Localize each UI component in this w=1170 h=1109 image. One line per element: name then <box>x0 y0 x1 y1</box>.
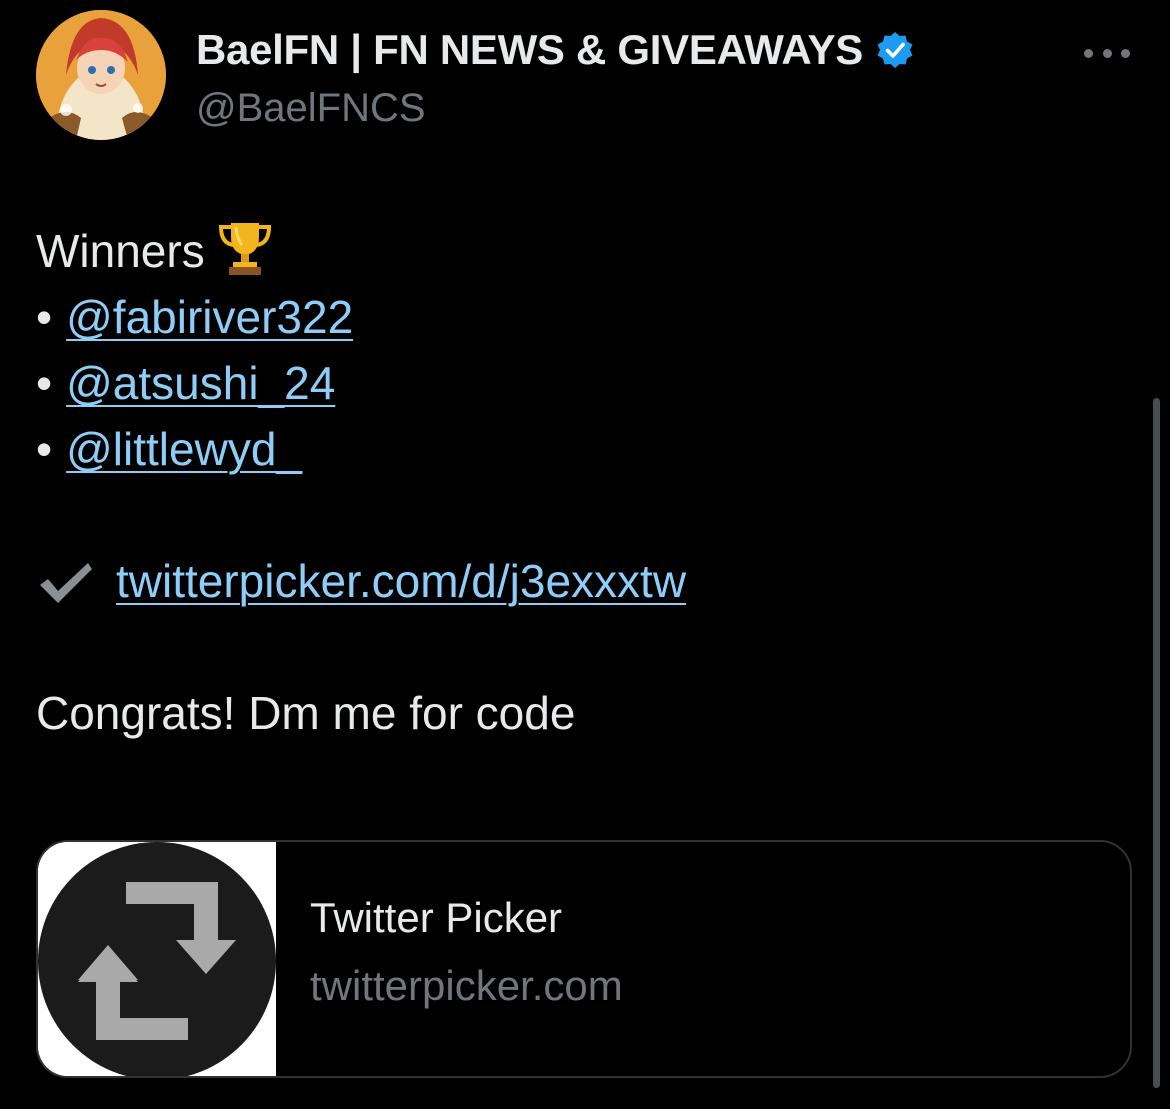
trophy-icon <box>215 219 275 277</box>
card-title: Twitter Picker <box>310 894 563 941</box>
avatar-illustration <box>36 10 166 140</box>
bullet: • <box>36 291 53 343</box>
picker-result-link[interactable]: twitterpicker.com/d/j3exxxtw <box>116 555 686 607</box>
bullet: • <box>36 357 53 409</box>
winner-mention-link[interactable]: @fabiriver322 <box>66 291 353 343</box>
check-mark-icon <box>36 556 96 603</box>
closing-line: Congrats! Dm me for code <box>36 687 576 739</box>
author-display-name[interactable]: BaelFN | FN NEWS & GIVEAWAYS <box>196 26 863 74</box>
winners-heading-line: Winners <box>36 218 1126 284</box>
card-thumbnail <box>38 842 276 1076</box>
scrollbar[interactable] <box>1153 398 1160 1088</box>
more-dot <box>1102 48 1112 58</box>
tweet-text: Winners • @fabiriver322 • @atsushi_24 • @li… <box>36 218 1126 746</box>
author-name-row: BaelFN | FN NEWS & GIVEAWAYS <box>196 26 915 74</box>
winner-line: • @littlewyd_ <box>36 416 1126 482</box>
more-dot <box>1121 48 1130 58</box>
tweet-header: BaelFN | FN NEWS & GIVEAWAYS @BaelFNCS <box>36 10 1136 145</box>
link-preview-card[interactable]: Twitter Picker twitterpicker.com <box>36 840 1132 1078</box>
winner-mention-link[interactable]: @atsushi_24 <box>66 357 335 409</box>
more-options-icon[interactable] <box>1084 38 1130 68</box>
picker-link-line: twitterpicker.com/d/j3exxxtw <box>36 548 1126 614</box>
verified-badge-icon[interactable] <box>875 30 915 70</box>
bullet: • <box>36 423 53 475</box>
author-handle[interactable]: @BaelFNCS <box>196 86 426 131</box>
winners-heading: Winners <box>36 225 205 277</box>
more-dot <box>1084 48 1093 58</box>
avatar[interactable] <box>36 10 166 140</box>
winner-line: • @fabiriver322 <box>36 284 1126 350</box>
card-domain: twitterpicker.com <box>310 962 623 1009</box>
retweet-icon <box>38 842 276 1076</box>
winner-line: • @atsushi_24 <box>36 350 1126 416</box>
winner-mention-link[interactable]: @littlewyd_ <box>66 423 302 475</box>
